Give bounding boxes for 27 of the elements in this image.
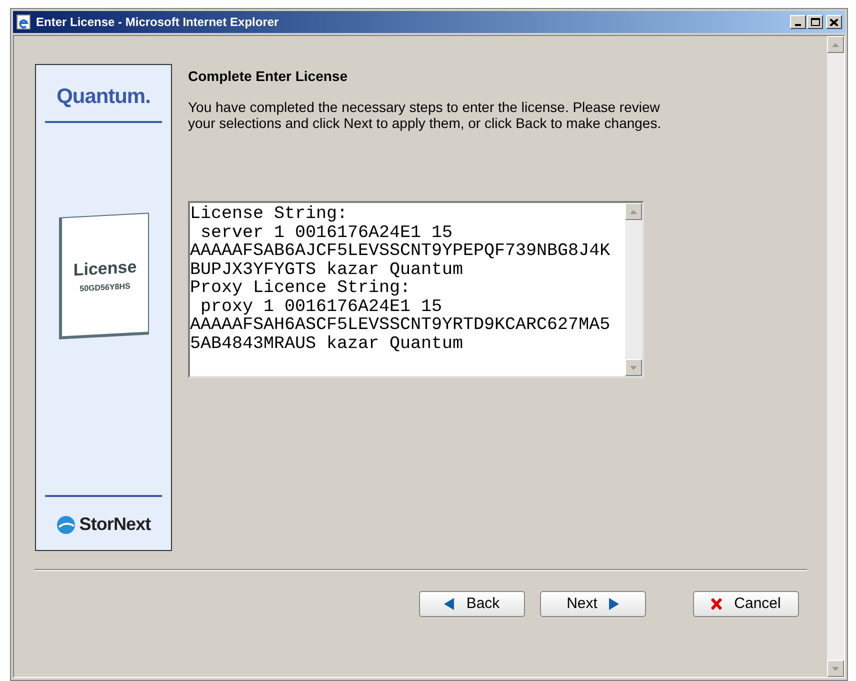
brand-logo: Quantum. xyxy=(56,84,150,110)
close-icon xyxy=(830,18,838,26)
minimize-button[interactable] xyxy=(790,15,806,29)
description-text: You have completed the necessary steps to enter the license. Please review your selections and click Next to apply them, or click Back to make changes. xyxy=(188,99,662,131)
scroll-down-icon[interactable] xyxy=(630,366,637,370)
scroll-up-icon[interactable] xyxy=(630,210,637,214)
window-title: Enter License - Microsoft Internet Explorer xyxy=(36,14,279,31)
license-label: License xyxy=(72,256,136,282)
scrollbar[interactable] xyxy=(625,203,642,376)
license-code: 50GD56Y8HS xyxy=(79,280,130,295)
maximize-icon xyxy=(810,18,820,26)
maximize-button[interactable] xyxy=(807,15,823,29)
cancel-button[interactable]: Cancel xyxy=(693,591,799,617)
scroll-down-icon[interactable] xyxy=(832,666,839,670)
close-button[interactable] xyxy=(826,15,842,29)
right-arrow-icon xyxy=(609,598,620,610)
left-arrow-icon xyxy=(444,598,454,610)
page-heading: Complete Enter License xyxy=(188,67,348,86)
cancel-x-icon xyxy=(711,598,722,610)
back-button[interactable]: Back xyxy=(419,591,525,617)
scroll-up-icon[interactable] xyxy=(832,42,839,46)
product-logo: StorNext xyxy=(79,513,151,536)
browser-icon xyxy=(16,14,32,30)
globe-icon xyxy=(56,514,76,534)
page-scrollbar[interactable] xyxy=(827,36,844,677)
next-button[interactable]: Next xyxy=(540,591,646,617)
minimize-icon xyxy=(795,24,801,26)
